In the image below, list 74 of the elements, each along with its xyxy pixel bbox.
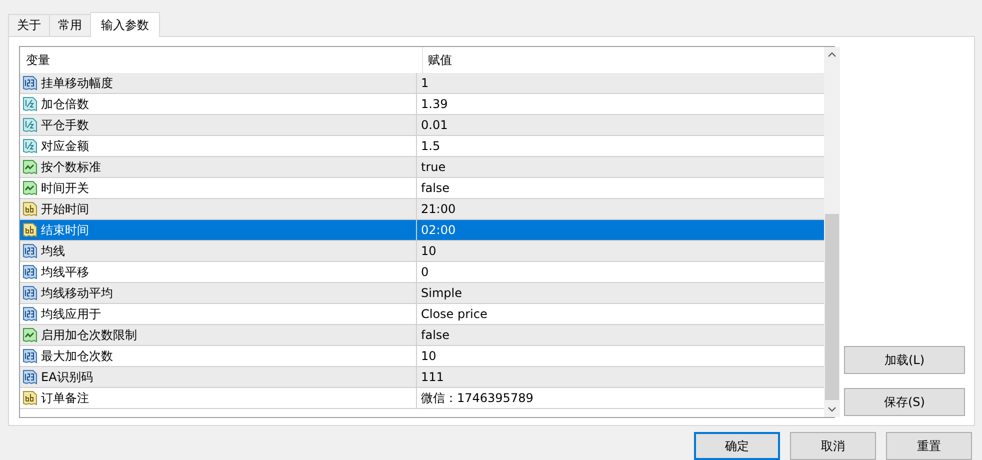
chart-line-icon	[22, 159, 38, 175]
parameter-value: Close price	[421, 307, 488, 321]
parameter-name: 对应金额	[41, 138, 89, 154]
document-icon	[22, 138, 38, 154]
document-icon	[22, 201, 38, 217]
parameter-value: 111	[421, 370, 444, 384]
parameter-value: 1	[421, 76, 429, 90]
parameter-value: true	[421, 160, 446, 174]
chart-line-icon	[22, 180, 38, 196]
scrollbar[interactable]	[824, 47, 840, 417]
parameter-name: 订单备注	[41, 390, 89, 406]
parameter-value: Simple	[421, 286, 462, 300]
document-icon	[22, 96, 38, 112]
document-icon	[22, 243, 38, 259]
tab[interactable]: 输入参数	[90, 12, 160, 37]
table-row[interactable]: 时间开关 false	[20, 178, 824, 199]
parameter-name: 按个数标准	[41, 158, 101, 176]
dialog-button[interactable]: 重置	[886, 432, 972, 460]
table-row[interactable]: 按个数标准 true	[20, 157, 824, 178]
dialog-button[interactable]: 取消	[790, 432, 876, 460]
table-row[interactable]: 订单备注 微信：1746395789	[20, 388, 824, 409]
document-icon	[22, 285, 38, 301]
dialog-button[interactable]: 确定	[694, 432, 780, 460]
column-header: 变量	[25, 52, 51, 68]
parameter-value: false	[421, 328, 450, 342]
table-row[interactable]: 均线移动平均 Simple	[20, 283, 824, 304]
table-row[interactable]: 加仓倍数 1.39	[20, 94, 824, 115]
document-icon	[22, 306, 38, 322]
parameter-name: 均线应用于	[41, 306, 101, 322]
document-icon	[22, 75, 38, 91]
table-row[interactable]: 均线应用于 Close price	[20, 304, 824, 325]
document-icon	[22, 390, 38, 406]
table-row[interactable]: 平仓手数 0.01	[20, 115, 824, 136]
parameter-name: 挂单移动幅度	[41, 74, 113, 92]
parameter-value: 1.39	[421, 97, 448, 111]
parameter-name: 最大加仓次数	[41, 348, 113, 364]
tab[interactable]: 关于	[8, 14, 50, 36]
document-icon	[22, 348, 38, 364]
parameter-value: 0	[421, 265, 429, 279]
side-button[interactable]: 保存(S)	[844, 388, 965, 416]
parameter-value: 0.01	[421, 118, 448, 132]
side-button[interactable]: 加载(L)	[844, 346, 965, 374]
table-row[interactable]: EA识别码 111	[20, 367, 824, 388]
parameter-name: 均线	[41, 242, 65, 260]
table-row[interactable]: 最大加仓次数 10	[20, 346, 824, 367]
table-row[interactable]: 开始时间 21:00	[20, 199, 824, 220]
parameter-value: 10	[421, 244, 436, 258]
parameter-name: 结束时间	[41, 222, 89, 238]
table-row[interactable]: 启用加仓次数限制 false	[20, 325, 824, 346]
document-icon	[22, 117, 38, 133]
table-row[interactable]: 均线平移 0	[20, 262, 824, 283]
parameter-name: EA识别码	[41, 368, 93, 386]
parameter-value: 21:00	[421, 202, 456, 216]
document-icon	[22, 264, 38, 280]
parameter-name: 均线平移	[41, 264, 89, 280]
parameter-value: 1.5	[421, 139, 440, 153]
parameter-name: 启用加仓次数限制	[41, 326, 137, 344]
table-row[interactable]: 对应金额 1.5	[20, 136, 824, 157]
parameter-value: 10	[421, 349, 436, 363]
chart-line-icon	[22, 327, 38, 343]
parameter-value: false	[421, 181, 450, 195]
table-row[interactable]: 挂单移动幅度 1	[20, 73, 824, 94]
parameter-name: 开始时间	[41, 200, 89, 218]
parameter-value: 02:00	[421, 223, 456, 237]
parameter-name: 时间开关	[41, 180, 89, 196]
parameter-name: 加仓倍数	[41, 96, 89, 112]
document-icon	[22, 369, 38, 385]
parameter-value: 微信：1746395789	[421, 390, 534, 406]
scrollbar-thumb[interactable]	[825, 214, 839, 400]
table-row[interactable]: 均线 10	[20, 241, 824, 262]
table-row[interactable]: 结束时间 02:00	[20, 220, 824, 241]
parameter-name: 平仓手数	[41, 116, 89, 134]
parameter-name: 均线移动平均	[41, 284, 113, 302]
document-icon	[22, 222, 38, 238]
